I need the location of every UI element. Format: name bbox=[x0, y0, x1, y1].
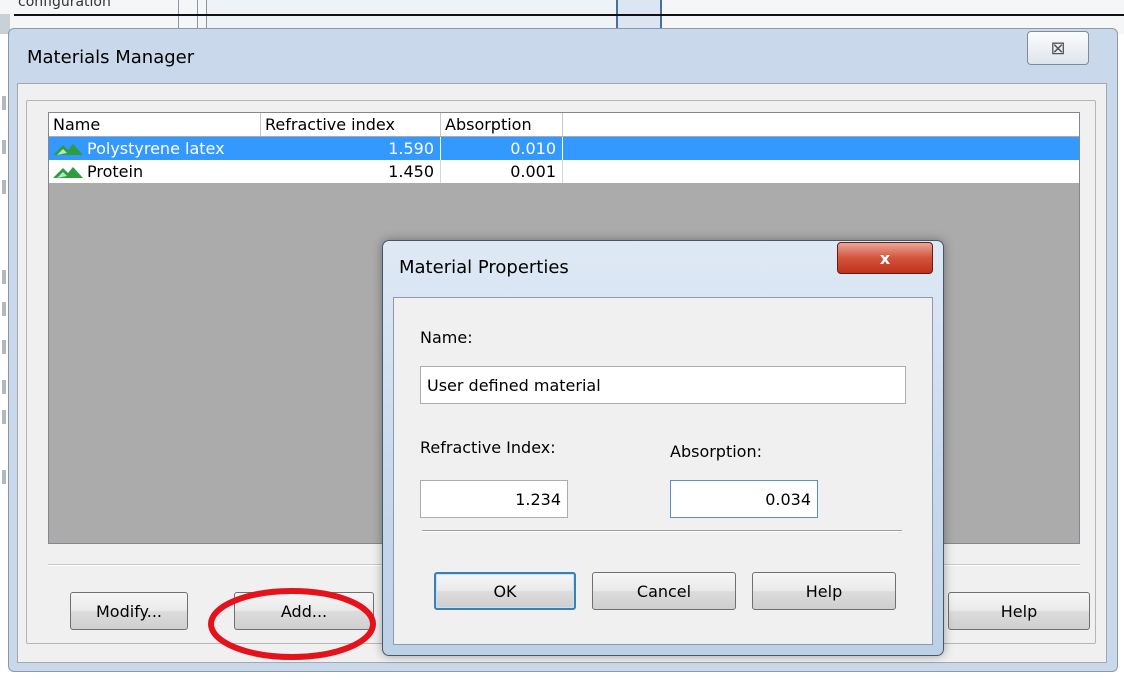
material-properties-client-area: Name: Refractive Index: Absorption: OK C… bbox=[393, 297, 933, 645]
row-name-cell: Protein bbox=[49, 160, 261, 183]
ok-button[interactable]: OK bbox=[434, 572, 576, 610]
table-row[interactable]: Polystyrene latex 1.590 0.010 bbox=[49, 137, 1079, 160]
add-button[interactable]: Add... bbox=[234, 592, 374, 630]
cancel-button[interactable]: Cancel bbox=[592, 572, 736, 610]
row-name-text: Protein bbox=[87, 162, 144, 181]
background-left-ticks bbox=[0, 40, 8, 680]
name-field[interactable] bbox=[420, 366, 906, 404]
top-separator-line bbox=[14, 14, 1124, 16]
row-absorption-cell: 0.010 bbox=[441, 137, 563, 160]
row-refractive-cell: 1.450 bbox=[261, 160, 441, 183]
mountain-icon bbox=[53, 166, 83, 178]
absorption-label: Absorption: bbox=[670, 442, 762, 461]
row-absorption-cell: 0.001 bbox=[441, 160, 563, 183]
list-header: Name Refractive index Absorption bbox=[49, 113, 1079, 136]
row-name-text: Polystyrene latex bbox=[87, 139, 225, 158]
column-header-refractive-index[interactable]: Refractive index bbox=[261, 113, 441, 136]
modify-button[interactable]: Modify... bbox=[70, 592, 188, 630]
materials-help-button[interactable]: Help bbox=[948, 592, 1090, 630]
material-properties-close-button[interactable]: x bbox=[837, 242, 933, 274]
mountain-icon bbox=[53, 143, 83, 155]
refractive-index-label: Refractive Index: bbox=[420, 438, 556, 457]
close-icon: ⊠ bbox=[1050, 37, 1066, 59]
materials-manager-title: Materials Manager bbox=[27, 47, 195, 68]
column-header-absorption[interactable]: Absorption bbox=[441, 113, 563, 136]
materials-manager-close-button[interactable]: ⊠ bbox=[1027, 31, 1089, 65]
name-label: Name: bbox=[420, 328, 473, 347]
row-refractive-cell: 1.590 bbox=[261, 137, 441, 160]
column-header-name[interactable]: Name bbox=[49, 113, 261, 136]
close-icon: x bbox=[879, 248, 891, 268]
background-label: configuration bbox=[18, 0, 111, 10]
material-properties-dialog: Material Properties x Name: Refractive I… bbox=[382, 240, 944, 656]
column-header-empty bbox=[563, 113, 1079, 136]
material-properties-title: Material Properties bbox=[399, 257, 569, 278]
material-properties-help-button[interactable]: Help bbox=[752, 572, 896, 610]
row-name-cell: Polystyrene latex bbox=[49, 137, 261, 160]
table-row[interactable]: Protein 1.450 0.001 bbox=[49, 160, 1079, 183]
refractive-index-field[interactable] bbox=[420, 480, 568, 518]
material-properties-divider bbox=[422, 530, 902, 532]
absorption-field[interactable] bbox=[670, 480, 818, 518]
